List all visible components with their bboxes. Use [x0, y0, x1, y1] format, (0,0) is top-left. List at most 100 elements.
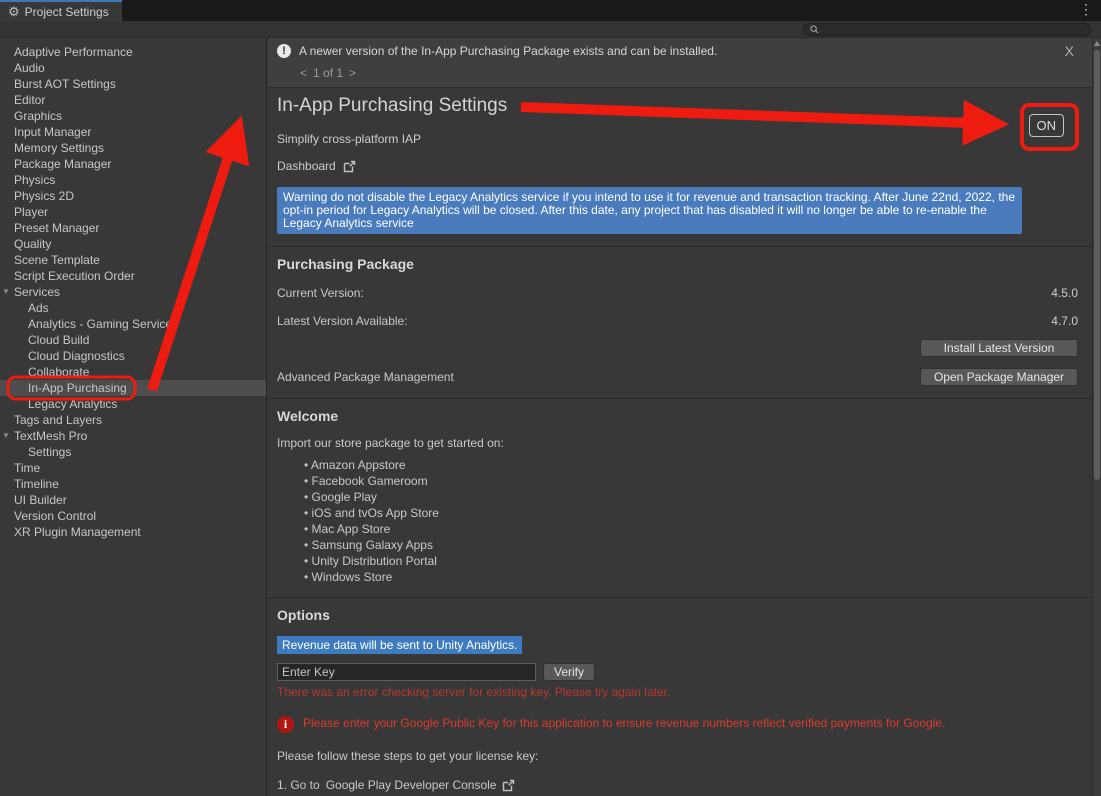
sidebar-item-label: Adaptive Performance — [14, 45, 133, 59]
main-panel: ! A newer version of the In-App Purchasi… — [268, 38, 1092, 796]
sidebar-item-label: Burst AOT Settings — [14, 77, 116, 91]
search-box[interactable] — [803, 23, 1091, 36]
sidebar-item-label: Cloud Diagnostics — [28, 349, 125, 363]
divider — [268, 398, 1092, 399]
toolbar — [0, 21, 1101, 38]
tab-project-settings[interactable]: ⚙ Project Settings — [0, 0, 122, 21]
scroll-up-arrow-icon[interactable] — [1094, 41, 1100, 46]
latest-version-value: 4.7.0 — [1051, 314, 1078, 328]
notification-banner: ! A newer version of the In-App Purchasi… — [268, 38, 1092, 88]
sidebar-item-physics-2d[interactable]: Physics 2D — [0, 188, 266, 204]
foldout-expanded-icon[interactable]: ▼ — [2, 428, 10, 444]
revenue-analytics-note: Revenue data will be sent to Unity Analy… — [277, 636, 522, 654]
sidebar-item-label: TextMesh Pro — [14, 429, 87, 443]
sidebar-item-label: Input Manager — [14, 125, 91, 139]
latest-version-label: Latest Version Available: — [277, 314, 408, 328]
store-list-item: Windows Store — [304, 569, 1083, 585]
sidebar-item-audio[interactable]: Audio — [0, 60, 266, 76]
alert-bubble-icon: ! — [277, 44, 291, 58]
verify-key-button[interactable]: Verify — [543, 663, 595, 681]
sidebar-item-preset-manager[interactable]: Preset Manager — [0, 220, 266, 236]
step1-prefix: 1. Go to — [277, 778, 320, 792]
sidebar-item-label: Scene Template — [14, 253, 100, 267]
current-version-label: Current Version: — [277, 286, 364, 300]
iap-on-toggle-button[interactable]: ON — [1029, 114, 1065, 137]
sidebar-item-label: Editor — [14, 93, 45, 107]
sidebar-item-label: Script Execution Order — [14, 269, 135, 283]
sidebar-item-adaptive-performance[interactable]: Adaptive Performance — [0, 44, 266, 60]
sidebar-item-physics[interactable]: Physics — [0, 172, 266, 188]
sidebar-item-timeline[interactable]: Timeline — [0, 476, 266, 492]
sidebar-item-scene-template[interactable]: Scene Template — [0, 252, 266, 268]
store-list-item: Google Play — [304, 489, 1083, 505]
sidebar-item-editor[interactable]: Editor — [0, 92, 266, 108]
sidebar-item-label: Physics — [14, 173, 55, 187]
page-title: In-App Purchasing Settings — [277, 95, 1083, 117]
pager-prev-button[interactable]: < — [300, 66, 307, 80]
dashboard-link[interactable]: Dashboard — [277, 159, 356, 173]
sidebar-item-collaborate[interactable]: Collaborate — [0, 364, 266, 380]
sidebar-item-xr-plugin-management[interactable]: XR Plugin Management — [0, 524, 266, 540]
key-server-error-text: There was an error checking server for e… — [277, 685, 1083, 699]
store-list-item: Mac App Store — [304, 521, 1083, 537]
notification-pager: < 1 of 1 > — [300, 66, 1083, 80]
sidebar-item-burst-aot-settings[interactable]: Burst AOT Settings — [0, 76, 266, 92]
sidebar-item-label: Tags and Layers — [14, 413, 102, 427]
sidebar-item-graphics[interactable]: Graphics — [0, 108, 266, 124]
scrollbar-thumb[interactable] — [1094, 50, 1100, 480]
sidebar-item-ads[interactable]: Ads — [0, 300, 266, 316]
pager-label: 1 of 1 — [313, 66, 343, 80]
sidebar-item-memory-settings[interactable]: Memory Settings — [0, 140, 266, 156]
open-package-manager-button[interactable]: Open Package Manager — [920, 368, 1078, 386]
sidebar-item-input-manager[interactable]: Input Manager — [0, 124, 266, 140]
welcome-intro: Import our store package to get started … — [277, 436, 1083, 450]
dashboard-link-label: Dashboard — [277, 159, 336, 173]
store-list-item: Facebook Gameroom — [304, 473, 1083, 489]
sidebar-item-package-manager[interactable]: Package Manager — [0, 156, 266, 172]
sidebar-item-label: Player — [14, 205, 48, 219]
sidebar-item-label: Version Control — [14, 509, 96, 523]
sidebar-item-legacy-analytics[interactable]: Legacy Analytics — [0, 396, 266, 412]
search-icon — [810, 25, 819, 34]
external-link-icon — [502, 779, 515, 792]
google-play-console-link[interactable]: Google Play Developer Console — [326, 778, 497, 792]
gear-icon: ⚙ — [8, 5, 20, 18]
sidebar-item-label: Legacy Analytics — [28, 397, 117, 411]
sidebar-item-label: Analytics - Gaming Services — [28, 317, 178, 331]
external-link-icon — [343, 160, 356, 173]
sidebar-list: Adaptive Performance Audio Burst AOT Setti… — [0, 44, 266, 540]
section-header-purchasing-package: Purchasing Package — [277, 256, 1083, 272]
sidebar-item-label: Cloud Build — [28, 333, 89, 347]
sidebar-item-in-app-purchasing[interactable]: In-App Purchasing — [0, 380, 266, 396]
sidebar-item-analytics-gaming-services[interactable]: Analytics - Gaming Services — [0, 316, 266, 332]
sidebar-item-version-control[interactable]: Version Control — [0, 508, 266, 524]
install-latest-version-button[interactable]: Install Latest Version — [920, 339, 1078, 357]
google-key-input[interactable] — [277, 663, 536, 681]
sidebar-item-label: Preset Manager — [14, 221, 99, 235]
kebab-menu-icon[interactable]: ⋮ — [1079, 1, 1093, 18]
sidebar-item-label: Audio — [14, 61, 45, 75]
advanced-package-management-label: Advanced Package Management — [277, 370, 454, 384]
section-header-options: Options — [277, 607, 1083, 623]
notification-message: A newer version of the In-App Purchasing… — [299, 44, 717, 58]
close-icon[interactable]: X — [1065, 43, 1074, 59]
sidebar-item-label: UI Builder — [14, 493, 67, 507]
sidebar-item-cloud-diagnostics[interactable]: Cloud Diagnostics — [0, 348, 266, 364]
sidebar-item-label: Memory Settings — [14, 141, 104, 155]
sidebar-item-settings[interactable]: Settings — [0, 444, 266, 460]
sidebar-item-quality[interactable]: Quality — [0, 236, 266, 252]
search-input[interactable] — [823, 24, 1084, 36]
pager-next-button[interactable]: > — [349, 66, 356, 80]
window-tab-strip: ⚙ Project Settings ⋮ — [0, 0, 1101, 21]
sidebar-item-time[interactable]: Time — [0, 460, 266, 476]
sidebar-item-services[interactable]: ▼Services — [0, 284, 266, 300]
sidebar-item-player[interactable]: Player — [0, 204, 266, 220]
sidebar-item-ui-builder[interactable]: UI Builder — [0, 492, 266, 508]
sidebar-item-script-execution-order[interactable]: Script Execution Order — [0, 268, 266, 284]
sidebar-item-tags-and-layers[interactable]: Tags and Layers — [0, 412, 266, 428]
sidebar-item-textmesh-pro[interactable]: ▼ TextMesh Pro — [0, 428, 266, 444]
sidebar-item-cloud-build[interactable]: Cloud Build — [0, 332, 266, 348]
vertical-scrollbar[interactable] — [1092, 38, 1101, 796]
settings-sidebar: Adaptive Performance Audio Burst AOT Setti… — [0, 38, 267, 796]
foldout-expanded-icon[interactable]: ▼ — [2, 284, 10, 300]
